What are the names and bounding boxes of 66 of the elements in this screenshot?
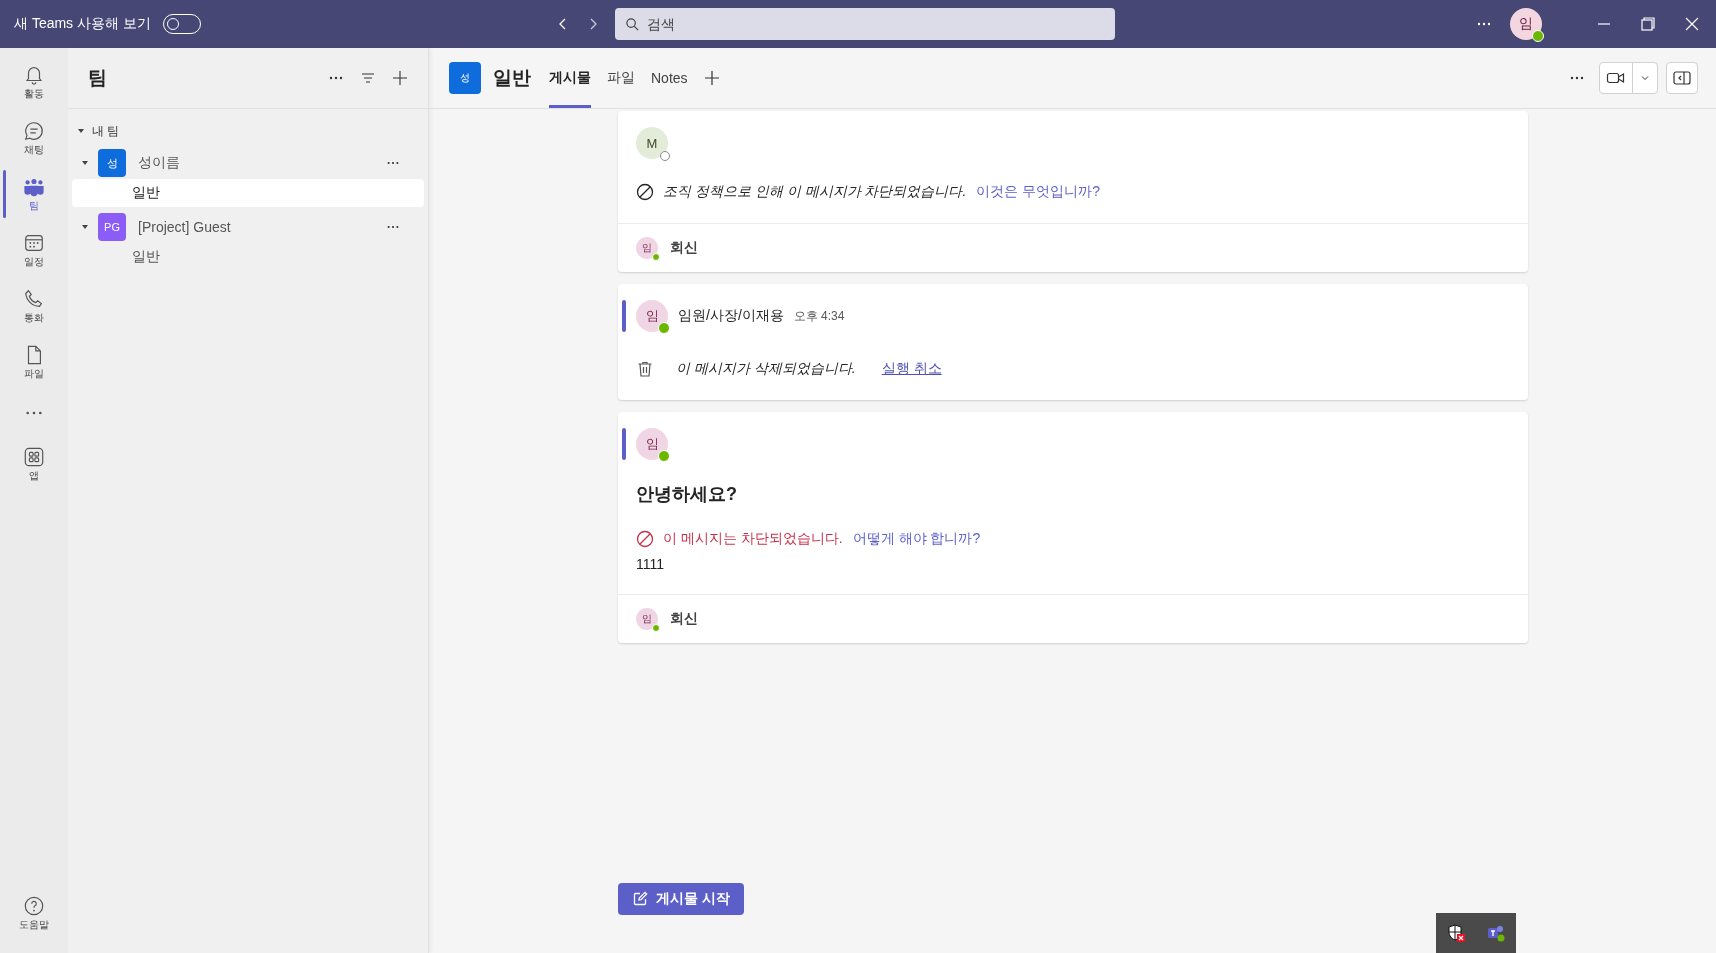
user-avatar: M	[636, 127, 668, 159]
user-avatar: 임	[636, 237, 658, 259]
chat-icon	[23, 119, 45, 142]
reply-button[interactable]: 임 회신	[618, 594, 1528, 643]
team-avatar: PG	[98, 213, 126, 241]
tab[interactable]: 게시물	[549, 48, 591, 108]
rail-item[interactable]: 활동	[0, 54, 68, 110]
tab[interactable]: Notes	[651, 48, 688, 108]
blocked-notice: 조직 정책으로 인해 이 메시지가 차단되었습니다.	[663, 183, 967, 201]
deleted-notice: 이 메시지가 삭제되었습니다.	[676, 360, 856, 378]
team-item[interactable]: 성 성이름	[72, 147, 428, 179]
new-post-button[interactable]: 게시물 시작	[618, 883, 744, 915]
add-icon[interactable]	[392, 70, 408, 86]
phone-icon	[23, 287, 45, 310]
info-link[interactable]: 이것은 무엇입니까?	[976, 183, 1101, 201]
compose-icon	[632, 891, 648, 907]
help-link[interactable]: 어떻게 해야 합니까?	[852, 530, 981, 548]
filter-icon[interactable]	[360, 70, 376, 86]
team-avatar: 성	[449, 62, 481, 94]
search-field[interactable]: 검색	[615, 8, 1115, 40]
rail-item[interactable]: 채팅	[0, 110, 68, 166]
blocked-icon	[636, 530, 654, 548]
help-icon	[23, 894, 45, 917]
tab[interactable]: 파일	[607, 48, 635, 108]
section-header[interactable]: 내 팀	[72, 119, 120, 143]
channel-item[interactable]: 일반	[72, 179, 424, 207]
rail-item[interactable]: 파일	[0, 334, 68, 390]
restore-icon[interactable]	[1640, 16, 1656, 32]
team-name: [Project] Guest	[138, 219, 231, 235]
timestamp: 오후 4:34	[793, 307, 845, 325]
meet-button[interactable]	[1599, 62, 1658, 94]
apps-icon	[23, 445, 45, 468]
new-teams-label: 새 Teams 사용해 보기	[14, 15, 151, 33]
team-name: 성이름	[138, 154, 180, 172]
user-avatar: 임	[636, 428, 668, 460]
search-icon	[625, 17, 640, 32]
close-icon[interactable]	[1684, 16, 1700, 32]
rail-item[interactable]: 앱	[0, 436, 68, 492]
channel-item[interactable]: 일반	[72, 243, 424, 271]
more-apps-icon[interactable]	[25, 410, 43, 416]
people-icon[interactable]	[1486, 923, 1506, 943]
undo-link[interactable]: 실행 취소	[881, 360, 942, 378]
section-label: 내 팀	[92, 122, 120, 140]
rail-item[interactable]: 일정	[0, 222, 68, 278]
side-panel-button[interactable]	[1666, 62, 1698, 94]
blocked-icon	[636, 183, 654, 201]
panel-icon	[1673, 71, 1691, 85]
team-item[interactable]: PG [Project] Guest	[72, 211, 428, 243]
author-name: 임원/사장/이재용	[678, 307, 784, 325]
panel-title: 팀	[88, 66, 107, 90]
shield-icon[interactable]	[1446, 923, 1466, 943]
help-button[interactable]: 도움말	[0, 885, 68, 941]
channel-title: 일반	[493, 66, 531, 90]
team-avatar: 성	[98, 149, 126, 177]
rail-item[interactable]: 팀	[0, 166, 68, 222]
message-text: 1111	[636, 556, 666, 572]
blocked-notice: 이 메시지는 차단되었습니다.	[663, 530, 843, 548]
reply-button[interactable]: 임 회신	[618, 223, 1528, 272]
rail-item[interactable]: 통화	[0, 278, 68, 334]
user-avatar: 임	[636, 608, 658, 630]
video-camera-icon	[1606, 70, 1626, 86]
post-subject: 안녕하세요?	[636, 483, 738, 506]
user-avatar: 임	[636, 300, 668, 332]
add-tab-icon[interactable]	[703, 70, 720, 86]
profile-avatar[interactable]: 임	[1510, 8, 1542, 40]
trash-icon	[636, 360, 654, 378]
